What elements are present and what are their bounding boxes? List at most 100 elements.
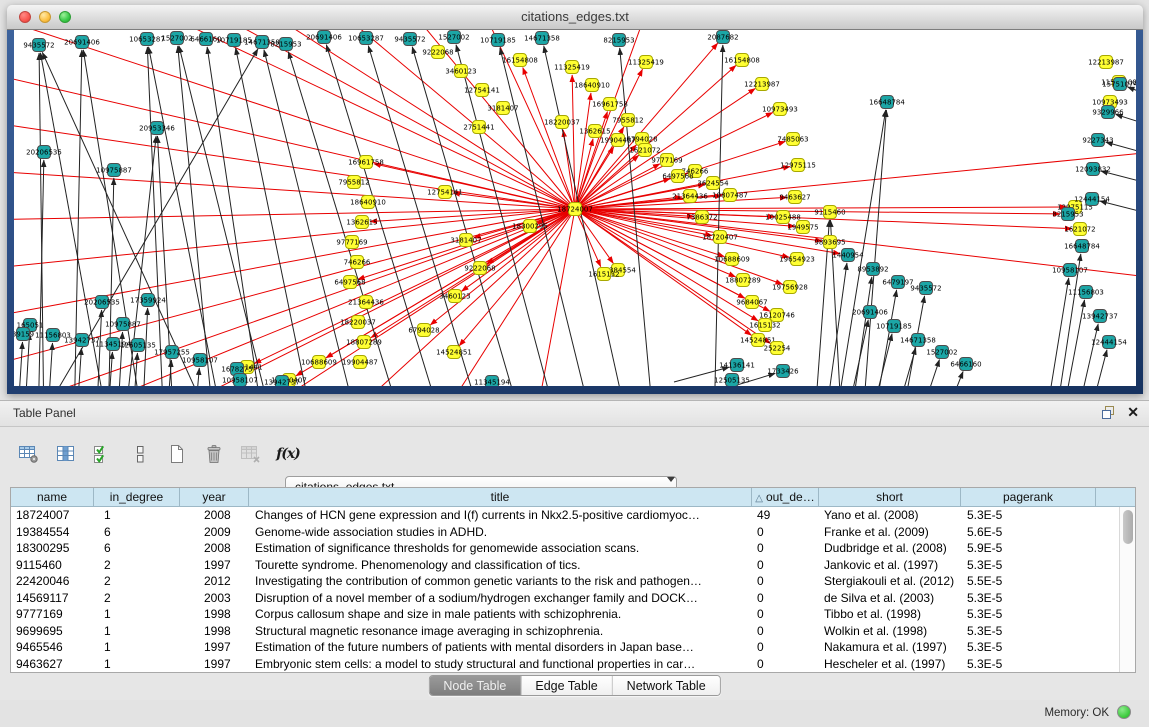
window-titlebar[interactable]: citations_edges.txt: [7, 5, 1143, 30]
table-cell[interactable]: 9463627: [11, 656, 94, 673]
table-cell[interactable]: 5.3E-5: [961, 639, 1096, 656]
row-height-icon[interactable]: [127, 441, 153, 467]
table-cell[interactable]: 0: [752, 524, 819, 541]
table-cell[interactable]: 5.3E-5: [961, 606, 1096, 623]
table-cell[interactable]: 5.3E-5: [961, 507, 1096, 524]
table-row[interactable]: 911546021997Tourette syndrome. Phenomeno…: [11, 557, 1119, 574]
table-cell[interactable]: Yano et al. (2008): [819, 507, 961, 524]
table-cell[interactable]: 1: [94, 507, 180, 524]
table-cell[interactable]: Investigating the contribution of common…: [249, 573, 752, 590]
table-cell[interactable]: 1: [94, 639, 180, 656]
table-cell[interactable]: 1: [94, 606, 180, 623]
table-cell[interactable]: Embryonic stem cells: a model to study s…: [249, 656, 752, 673]
table-cell[interactable]: Franke et al. (2009): [819, 524, 961, 541]
table-cell[interactable]: 5.3E-5: [961, 623, 1096, 640]
table-cell[interactable]: Changes of HCN gene expression and I(f) …: [249, 507, 752, 524]
table-cell[interactable]: 2008: [180, 540, 249, 557]
table-cell[interactable]: 49: [752, 507, 819, 524]
show-columns-icon[interactable]: [53, 441, 79, 467]
table-row[interactable]: 1938455462009Genome-wide association stu…: [11, 524, 1119, 541]
table-cell[interactable]: 2003: [180, 590, 249, 607]
table-cell[interactable]: Estimation of significance thresholds fo…: [249, 540, 752, 557]
table-cell[interactable]: Nakamura et al. (1997): [819, 639, 961, 656]
table-cell[interactable]: Disruption of a novel member of a sodium…: [249, 590, 752, 607]
table-cell[interactable]: Tourette syndrome. Phenomenology and cla…: [249, 557, 752, 574]
table-cell[interactable]: 9777169: [11, 606, 94, 623]
table-cell[interactable]: 9115460: [11, 557, 94, 574]
tab-edge-table[interactable]: Edge Table: [521, 676, 612, 695]
table-row[interactable]: 946362711997Embryonic stem cells: a mode…: [11, 656, 1119, 673]
citation-network-graph[interactable]: 1872400718300295113254191864091016961758…: [14, 30, 1136, 386]
close-panel-icon[interactable]: ✕: [1127, 405, 1139, 419]
table-cell[interactable]: Jankovic et al. (1997): [819, 557, 961, 574]
tab-network-table[interactable]: Network Table: [613, 676, 720, 695]
select-columns-icon[interactable]: [90, 441, 116, 467]
table-cell[interactable]: 6: [94, 540, 180, 557]
tab-node-table[interactable]: Node Table: [429, 676, 521, 695]
table-cell[interactable]: Corpus callosum shape and size in male p…: [249, 606, 752, 623]
table-row[interactable]: 946554611997Estimation of the future num…: [11, 639, 1119, 656]
table-cell[interactable]: 1998: [180, 606, 249, 623]
column-header-in-degree[interactable]: in_degree: [94, 488, 180, 506]
table-cell[interactable]: 5.3E-5: [961, 656, 1096, 673]
table-cell[interactable]: 9699695: [11, 623, 94, 640]
table-cell[interactable]: 22420046: [11, 573, 94, 590]
column-header-year[interactable]: year: [180, 488, 249, 506]
column-header-name[interactable]: name: [11, 488, 94, 506]
table-cell[interactable]: 2: [94, 557, 180, 574]
table-settings-icon[interactable]: [16, 441, 42, 467]
table-cell[interactable]: 0: [752, 573, 819, 590]
table-cell[interactable]: 0: [752, 639, 819, 656]
table-cell[interactable]: 2: [94, 573, 180, 590]
table-cell[interactable]: 1: [94, 623, 180, 640]
table-cell[interactable]: 5.5E-5: [961, 573, 1096, 590]
vertical-scrollbar[interactable]: [1119, 507, 1135, 672]
table-row[interactable]: 2242004622012Investigating the contribut…: [11, 573, 1119, 590]
scrollbar-thumb[interactable]: [1123, 510, 1133, 544]
column-header-pagerank[interactable]: pagerank: [961, 488, 1096, 506]
table-cell[interactable]: 2: [94, 590, 180, 607]
table-cell[interactable]: 9465546: [11, 639, 94, 656]
table-cell[interactable]: 5.9E-5: [961, 540, 1096, 557]
table-row[interactable]: 1456911722003Disruption of a novel membe…: [11, 590, 1119, 607]
network-canvas[interactable]: 1872400718300295113254191864091016961758…: [14, 30, 1136, 386]
column-header-out-de-[interactable]: △out_de…: [752, 488, 819, 506]
table-cell[interactable]: Wolkin et al. (1998): [819, 623, 961, 640]
table-cell[interactable]: 1997: [180, 656, 249, 673]
table-cell[interactable]: Estimation of the future numbers of pati…: [249, 639, 752, 656]
table-cell[interactable]: Hescheler et al. (1997): [819, 656, 961, 673]
table-cell[interactable]: Structural magnetic resonance image aver…: [249, 623, 752, 640]
table-cell[interactable]: 0: [752, 540, 819, 557]
table-cell[interactable]: 1998: [180, 623, 249, 640]
table-cell[interactable]: 0: [752, 656, 819, 673]
table-row[interactable]: 969969511998Structural magnetic resonanc…: [11, 623, 1119, 640]
new-file-icon[interactable]: [164, 441, 190, 467]
float-panel-icon[interactable]: [1101, 405, 1115, 419]
table-row[interactable]: 1830029562008Estimation of significance …: [11, 540, 1119, 557]
table-cell[interactable]: Stergiakouli et al. (2012): [819, 573, 961, 590]
table-cell[interactable]: de Silva et al. (2003): [819, 590, 961, 607]
table-cell[interactable]: 2008: [180, 507, 249, 524]
table-row[interactable]: 1872400712008Changes of HCN gene express…: [11, 507, 1119, 524]
table-cell[interactable]: 5.6E-5: [961, 524, 1096, 541]
delete-icon[interactable]: [201, 441, 227, 467]
table-cell[interactable]: 5.3E-5: [961, 590, 1096, 607]
table-cell[interactable]: 0: [752, 623, 819, 640]
table-cell[interactable]: 18724007: [11, 507, 94, 524]
table-cell[interactable]: Genome-wide association studies in ADHD.: [249, 524, 752, 541]
column-header-short[interactable]: short: [819, 488, 961, 506]
table-cell[interactable]: 6: [94, 524, 180, 541]
table-cell[interactable]: 14569117: [11, 590, 94, 607]
function-builder-icon[interactable]: f(x): [275, 441, 301, 467]
table-cell[interactable]: 2009: [180, 524, 249, 541]
column-header-title[interactable]: title: [249, 488, 752, 506]
table-cell[interactable]: 1: [94, 656, 180, 673]
table-cell[interactable]: 1997: [180, 639, 249, 656]
table-cell[interactable]: 2012: [180, 573, 249, 590]
table-cell[interactable]: Dudbridge et al. (2008): [819, 540, 961, 557]
table-cell[interactable]: 5.3E-5: [961, 557, 1096, 574]
table-cell[interactable]: 1997: [180, 557, 249, 574]
table-cell[interactable]: 0: [752, 606, 819, 623]
table-cell[interactable]: 18300295: [11, 540, 94, 557]
table-cell[interactable]: 0: [752, 590, 819, 607]
